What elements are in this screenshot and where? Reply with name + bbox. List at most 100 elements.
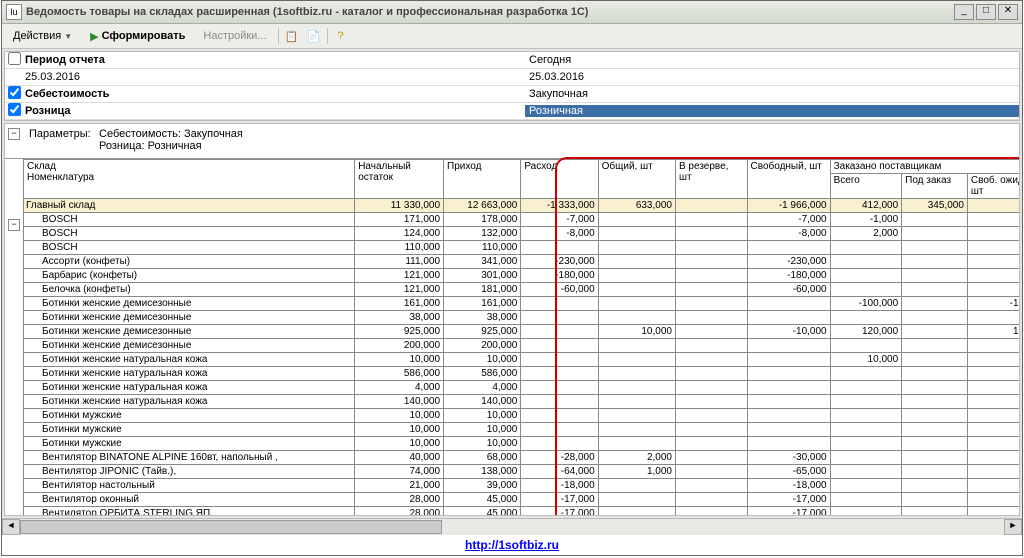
cell-prihod: 4,000 — [444, 381, 521, 395]
table-row[interactable]: Белочка (конфеты)121,000181,000-60,000-6… — [24, 283, 1021, 297]
cell-rashod — [521, 325, 598, 339]
report-area[interactable]: − Параметры: Себестоимость: ЗакупочнаяРо… — [4, 123, 1020, 516]
cell-svob — [747, 395, 830, 409]
close-button[interactable]: ✕ — [998, 4, 1018, 20]
table-row[interactable]: BOSCH110,000110,000 — [24, 241, 1021, 255]
cell-prihod: 140,000 — [444, 395, 521, 409]
cell-vsego — [830, 507, 902, 517]
cell-rashod — [521, 367, 598, 381]
cell-podz — [902, 353, 968, 367]
cell-nach: 40,000 — [355, 451, 444, 465]
date-to[interactable]: 25.03.2016 — [525, 71, 1019, 83]
cell-name: Ботинки женские демисезонные — [24, 297, 355, 311]
table-row[interactable]: Ботинки мужские10,00010,00044,001 958,00 — [24, 423, 1021, 437]
retail-checkbox[interactable] — [8, 103, 21, 116]
minimize-button[interactable]: _ — [954, 4, 974, 20]
settings-button[interactable]: Настройки... — [196, 28, 273, 44]
cell-reserv — [675, 297, 747, 311]
period-checkbox[interactable] — [8, 52, 21, 65]
table-row[interactable]: Вентилятор JIPONIC (Тайв.),74,000138,000… — [24, 465, 1021, 479]
cell-podz — [902, 437, 968, 451]
cell-rashod: -180,000 — [521, 269, 598, 283]
cell-svoboj — [967, 283, 1020, 297]
actions-menu[interactable]: Действия▼ — [6, 28, 79, 44]
param-retail: Розница Розничная — [5, 103, 1019, 120]
cell-rashod — [521, 409, 598, 423]
table-row[interactable]: Барбарис (конфеты)121,000301,000-180,000… — [24, 269, 1021, 283]
date-from[interactable]: 25.03.2016 — [23, 71, 525, 83]
form-button[interactable]: ▶Сформировать — [83, 28, 192, 45]
cell-svob: -8,000 — [747, 227, 830, 241]
cell-svob: -60,000 — [747, 283, 830, 297]
cell-vsego — [830, 395, 902, 409]
cell-podz — [902, 311, 968, 325]
table-row[interactable]: Ботинки женские натуральная кожа140,0001… — [24, 395, 1021, 409]
cell-vsego — [830, 451, 902, 465]
retail-value[interactable]: Розничная — [525, 105, 1019, 117]
cell-svoboj: 120 — [967, 325, 1020, 339]
cell-rashod — [521, 241, 598, 255]
table-row[interactable]: Вентилятор настольный21,00039,000-18,000… — [24, 479, 1021, 493]
table-row[interactable]: Вентилятор BINATONE ALPINE 160вт, наполь… — [24, 451, 1021, 465]
table-row[interactable]: BOSCH171,000178,000-7,000-7,000-1,000-11… — [24, 213, 1021, 227]
horizontal-scrollbar[interactable]: ◄ ► — [2, 518, 1022, 535]
table-row[interactable]: Ботинки женские натуральная кожа10,00010… — [24, 353, 1021, 367]
table-row[interactable]: Ботинки женские демисезонные200,000200,0… — [24, 339, 1021, 353]
cell-obsh — [598, 311, 675, 325]
cost-value[interactable]: Закупочная — [525, 88, 1019, 100]
cell-nach: 925,000 — [355, 325, 444, 339]
tool-icon-2[interactable]: 📄 — [305, 27, 323, 45]
table-row[interactable]: Ботинки женские натуральная кожа4,0004,0… — [24, 381, 1021, 395]
cell-nach: 586,000 — [355, 367, 444, 381]
cell-obsh: 2,000 — [598, 451, 675, 465]
cell-reserv — [675, 493, 747, 507]
cell-obsh — [598, 479, 675, 493]
table-row[interactable]: Ботинки женские демисезонные925,000925,0… — [24, 325, 1021, 339]
tool-icon-1[interactable]: 📋 — [283, 27, 301, 45]
cost-checkbox[interactable] — [8, 86, 21, 99]
table-row[interactable]: Главный склад11 330,00012 663,000-1 333,… — [24, 199, 1021, 213]
cell-obsh — [598, 493, 675, 507]
scroll-left-button[interactable]: ◄ — [2, 519, 20, 535]
cell-svob: -17,000 — [747, 493, 830, 507]
table-row[interactable]: Ботинки мужские10,00010,00036,001 602,00 — [24, 409, 1021, 423]
cell-reserv — [675, 437, 747, 451]
table-row[interactable]: Ботинки женские демисезонные161,000161,0… — [24, 297, 1021, 311]
separator — [327, 28, 328, 44]
cell-reserv — [675, 199, 747, 213]
cell-svob: -17,000 — [747, 507, 830, 517]
help-icon[interactable]: ? — [332, 27, 350, 45]
collapse-params[interactable]: − — [8, 128, 20, 140]
footer-link[interactable]: http://1softbiz.ru — [465, 538, 559, 552]
cell-rashod: -60,000 — [521, 283, 598, 297]
cell-svoboj: -1 — [967, 213, 1020, 227]
table-row[interactable]: Ассорти (конфеты)111,000341,000-230,000-… — [24, 255, 1021, 269]
collapse-group[interactable]: − — [8, 219, 20, 231]
cell-reserv — [675, 339, 747, 353]
scroll-right-button[interactable]: ► — [1004, 519, 1022, 535]
cell-prihod: 38,000 — [444, 311, 521, 325]
cell-nach: 10,000 — [355, 423, 444, 437]
maximize-button[interactable]: □ — [976, 4, 996, 20]
cell-reserv — [675, 241, 747, 255]
cell-nach: 10,000 — [355, 437, 444, 451]
table-row[interactable]: Ботинки женские демисезонные38,00038,000… — [24, 311, 1021, 325]
cell-svoboj — [967, 507, 1020, 517]
cell-obsh — [598, 297, 675, 311]
cell-name: Вентилятор оконный — [24, 493, 355, 507]
cell-prihod: 10,000 — [444, 409, 521, 423]
cell-reserv — [675, 283, 747, 297]
table-row[interactable]: Вентилятор ОРБИТА,STERLING,ЯП.28,00045,0… — [24, 507, 1021, 517]
cell-vsego — [830, 409, 902, 423]
cell-svob: -230,000 — [747, 255, 830, 269]
table-row[interactable]: Ботинки женские натуральная кожа586,0005… — [24, 367, 1021, 381]
period-label: Период отчета — [23, 54, 525, 66]
table-row[interactable]: Ботинки мужские10,00010,00040,001 780,00 — [24, 437, 1021, 451]
cell-prihod: 132,000 — [444, 227, 521, 241]
scroll-thumb[interactable] — [20, 520, 442, 534]
table-row[interactable]: Вентилятор оконный28,00045,000-17,000-17… — [24, 493, 1021, 507]
table-row[interactable]: BOSCH124,000132,000-8,000-8,0002,00021 0… — [24, 227, 1021, 241]
cell-rashod: -230,000 — [521, 255, 598, 269]
cell-prihod: 45,000 — [444, 507, 521, 517]
cell-name: Вентилятор BINATONE ALPINE 160вт, наполь… — [24, 451, 355, 465]
